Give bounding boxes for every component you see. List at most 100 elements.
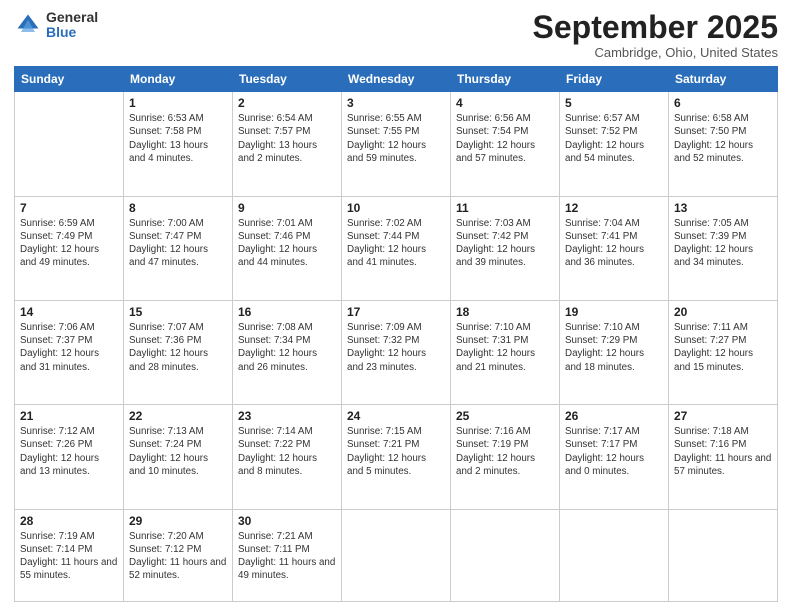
day-number: 21 [20, 409, 118, 423]
cell-info: Sunrise: 6:58 AMSunset: 7:50 PMDaylight:… [674, 113, 753, 164]
cell-info: Sunrise: 7:04 AMSunset: 7:41 PMDaylight:… [565, 218, 644, 269]
day-number: 12 [565, 201, 663, 215]
table-row: 4 Sunrise: 6:56 AMSunset: 7:54 PMDaylight… [451, 92, 560, 196]
table-row: 5 Sunrise: 6:57 AMSunset: 7:52 PMDaylight… [560, 92, 669, 196]
page-container: General Blue September 2025 Cambridge, O… [0, 0, 792, 612]
table-row [15, 92, 124, 196]
table-row [560, 509, 669, 602]
cell-info: Sunrise: 7:02 AMSunset: 7:44 PMDaylight:… [347, 218, 426, 269]
table-row: 9 Sunrise: 7:01 AMSunset: 7:46 PMDaylight… [233, 196, 342, 300]
day-number: 4 [456, 96, 554, 110]
cell-info: Sunrise: 7:16 AMSunset: 7:19 PMDaylight:… [456, 426, 535, 477]
cell-info: Sunrise: 7:03 AMSunset: 7:42 PMDaylight:… [456, 218, 535, 269]
table-row: 11 Sunrise: 7:03 AMSunset: 7:42 PMDayligh… [451, 196, 560, 300]
day-number: 14 [20, 305, 118, 319]
cell-info: Sunrise: 7:21 AMSunset: 7:11 PMDaylight:… [238, 531, 335, 582]
cell-info: Sunrise: 7:12 AMSunset: 7:26 PMDaylight:… [20, 426, 99, 477]
logo-blue: Blue [46, 25, 98, 40]
cell-info: Sunrise: 6:59 AMSunset: 7:49 PMDaylight:… [20, 218, 99, 269]
day-number: 7 [20, 201, 118, 215]
table-row [451, 509, 560, 602]
cell-info: Sunrise: 7:01 AMSunset: 7:46 PMDaylight:… [238, 218, 317, 269]
day-number: 15 [129, 305, 227, 319]
day-number: 24 [347, 409, 445, 423]
cell-info: Sunrise: 7:10 AMSunset: 7:29 PMDaylight:… [565, 322, 644, 373]
header-tuesday: Tuesday [233, 67, 342, 92]
table-row [669, 509, 778, 602]
day-number: 13 [674, 201, 772, 215]
day-number: 11 [456, 201, 554, 215]
table-row: 16 Sunrise: 7:08 AMSunset: 7:34 PMDayligh… [233, 300, 342, 404]
table-row: 20Sunrise: 7:11 AMSunset: 7:27 PMDayligh… [669, 300, 778, 404]
day-number: 8 [129, 201, 227, 215]
header-monday: Monday [124, 67, 233, 92]
day-number: 17 [347, 305, 445, 319]
month-title: September 2025 [533, 10, 778, 45]
day-number: 18 [456, 305, 554, 319]
table-row: 28 Sunrise: 7:19 AMSunset: 7:14 PMDayligh… [15, 509, 124, 602]
cell-info: Sunrise: 7:18 AMSunset: 7:16 PMDaylight:… [674, 426, 771, 477]
cell-info: Sunrise: 7:09 AMSunset: 7:32 PMDaylight:… [347, 322, 426, 373]
table-row: 7 Sunrise: 6:59 AMSunset: 7:49 PMDaylight… [15, 196, 124, 300]
table-row: 23 Sunrise: 7:14 AMSunset: 7:22 PMDayligh… [233, 405, 342, 509]
title-block: September 2025 Cambridge, Ohio, United S… [533, 10, 778, 60]
logo: General Blue [14, 10, 98, 41]
day-number: 22 [129, 409, 227, 423]
table-row: 18 Sunrise: 7:10 AMSunset: 7:31 PMDayligh… [451, 300, 560, 404]
cell-info: Sunrise: 7:19 AMSunset: 7:14 PMDaylight:… [20, 531, 117, 582]
table-row: 30 Sunrise: 7:21 AMSunset: 7:11 PMDayligh… [233, 509, 342, 602]
table-row: 13 Sunrise: 7:05 AMSunset: 7:39 PMDayligh… [669, 196, 778, 300]
table-row: 27Sunrise: 7:18 AMSunset: 7:16 PMDayligh… [669, 405, 778, 509]
table-row: 24 Sunrise: 7:15 AMSunset: 7:21 PMDayligh… [342, 405, 451, 509]
cell-info: Sunrise: 7:08 AMSunset: 7:34 PMDaylight:… [238, 322, 317, 373]
cell-info: Sunrise: 7:14 AMSunset: 7:22 PMDaylight:… [238, 426, 317, 477]
header-sunday: Sunday [15, 67, 124, 92]
header-friday: Friday [560, 67, 669, 92]
cell-info: Sunrise: 6:57 AMSunset: 7:52 PMDaylight:… [565, 113, 644, 164]
table-row: 8Sunrise: 7:00 AMSunset: 7:47 PMDaylight… [124, 196, 233, 300]
day-number: 5 [565, 96, 663, 110]
cell-info: Sunrise: 7:20 AMSunset: 7:12 PMDaylight:… [129, 531, 226, 582]
day-number: 25 [456, 409, 554, 423]
day-number: 30 [238, 514, 336, 528]
table-row: 26 Sunrise: 7:17 AMSunset: 7:17 PMDayligh… [560, 405, 669, 509]
table-row: 3 Sunrise: 6:55 AMSunset: 7:55 PMDaylight… [342, 92, 451, 196]
day-number: 3 [347, 96, 445, 110]
cell-info: Sunrise: 7:17 AMSunset: 7:17 PMDaylight:… [565, 426, 644, 477]
cell-info: Sunrise: 6:53 AMSunset: 7:58 PMDaylight:… [129, 113, 208, 164]
cell-info: Sunrise: 7:10 AMSunset: 7:31 PMDaylight:… [456, 322, 535, 373]
calendar-table: Sunday Monday Tuesday Wednesday Thursday… [14, 66, 778, 602]
day-number: 16 [238, 305, 336, 319]
page-header: General Blue September 2025 Cambridge, O… [14, 10, 778, 60]
cell-info: Sunrise: 6:55 AMSunset: 7:55 PMDaylight:… [347, 113, 426, 164]
table-row [342, 509, 451, 602]
calendar-header-row: Sunday Monday Tuesday Wednesday Thursday… [15, 67, 778, 92]
day-number: 2 [238, 96, 336, 110]
cell-info: Sunrise: 7:13 AMSunset: 7:24 PMDaylight:… [129, 426, 208, 477]
cell-info: Sunrise: 7:11 AMSunset: 7:27 PMDaylight:… [674, 322, 753, 373]
logo-general: General [46, 10, 98, 25]
day-number: 28 [20, 514, 118, 528]
table-row: 2 Sunrise: 6:54 AMSunset: 7:57 PMDaylight… [233, 92, 342, 196]
day-number: 9 [238, 201, 336, 215]
cell-info: Sunrise: 7:06 AMSunset: 7:37 PMDaylight:… [20, 322, 99, 373]
day-number: 23 [238, 409, 336, 423]
table-row: 17 Sunrise: 7:09 AMSunset: 7:32 PMDayligh… [342, 300, 451, 404]
table-row: 10Sunrise: 7:02 AMSunset: 7:44 PMDayligh… [342, 196, 451, 300]
cell-info: Sunrise: 7:05 AMSunset: 7:39 PMDaylight:… [674, 218, 753, 269]
day-number: 6 [674, 96, 772, 110]
table-row: 1Sunrise: 6:53 AMSunset: 7:58 PMDaylight… [124, 92, 233, 196]
cell-info: Sunrise: 7:15 AMSunset: 7:21 PMDaylight:… [347, 426, 426, 477]
day-number: 19 [565, 305, 663, 319]
table-row: 14 Sunrise: 7:06 AMSunset: 7:37 PMDayligh… [15, 300, 124, 404]
location: Cambridge, Ohio, United States [533, 45, 778, 60]
table-row: 21 Sunrise: 7:12 AMSunset: 7:26 PMDayligh… [15, 405, 124, 509]
header-saturday: Saturday [669, 67, 778, 92]
day-number: 26 [565, 409, 663, 423]
header-wednesday: Wednesday [342, 67, 451, 92]
cell-info: Sunrise: 6:54 AMSunset: 7:57 PMDaylight:… [238, 113, 317, 164]
table-row: 29Sunrise: 7:20 AMSunset: 7:12 PMDayligh… [124, 509, 233, 602]
cell-info: Sunrise: 6:56 AMSunset: 7:54 PMDaylight:… [456, 113, 535, 164]
table-row: 25 Sunrise: 7:16 AMSunset: 7:19 PMDayligh… [451, 405, 560, 509]
cell-info: Sunrise: 7:07 AMSunset: 7:36 PMDaylight:… [129, 322, 208, 373]
